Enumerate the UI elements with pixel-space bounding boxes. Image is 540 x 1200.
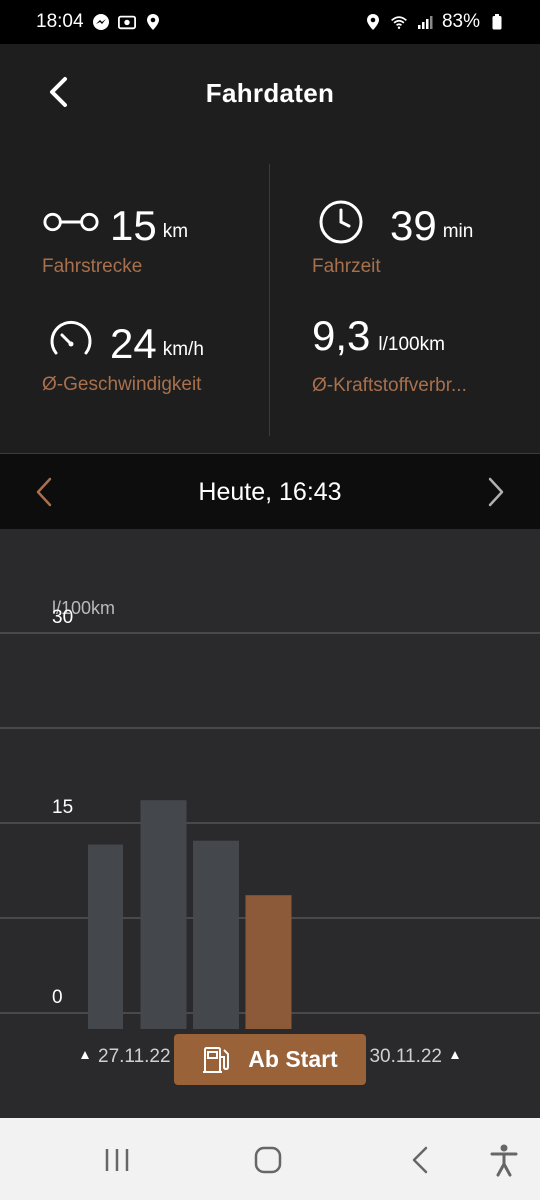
clock-icon (316, 196, 366, 248)
status-bar: 18:04 83% (0, 0, 540, 44)
consumption-label: Ø-Kraftstoffverbr... (312, 375, 467, 396)
speed-value: 24 (110, 320, 157, 367)
ab-start-button[interactable]: Ab Start (174, 1034, 366, 1085)
bar (140, 800, 187, 1029)
x-end-marker-icon (451, 1051, 459, 1059)
consumption-chart-svg: l/100km3015027.11.22 30.11.22 (0, 598, 540, 1067)
accessibility-button[interactable] (482, 1140, 526, 1180)
distance-label: Fahrstrecke (42, 256, 143, 277)
system-navigation-bar (0, 1118, 540, 1200)
y-tick-label: 15 (52, 797, 73, 818)
battery-icon (488, 13, 506, 31)
ab-start-label: Ab Start (248, 1046, 338, 1072)
top-bar: Fahrdaten (0, 44, 540, 144)
status-time: 18:04 (36, 11, 84, 32)
bar (193, 840, 239, 1029)
system-back-button[interactable] (398, 1140, 442, 1180)
consumption-unit: l/100km (378, 334, 445, 355)
accessibility-icon (490, 1144, 518, 1177)
photo-icon (117, 13, 136, 31)
back-arrow-icon (412, 1146, 428, 1174)
fuel-pump-icon (203, 1046, 230, 1073)
y-tick-label: 0 (52, 987, 63, 1008)
duration-unit: min (442, 221, 474, 242)
battery-percent: 83% (441, 11, 480, 32)
stat-consumption: 9,3 l/100km Ø-Kraftstoffverbr... (312, 314, 467, 397)
recents-button[interactable] (95, 1140, 139, 1180)
duration-value: 39 (390, 202, 437, 249)
location-icon (144, 13, 162, 31)
speedometer-icon (42, 314, 100, 366)
x-end-label: 30.11.22 (369, 1046, 442, 1067)
location-icon (364, 13, 382, 31)
stats-divider (269, 164, 270, 436)
home-button[interactable] (246, 1140, 290, 1180)
trip-date: Heute, 16:43 (198, 478, 342, 506)
distance-unit: km (162, 221, 189, 242)
consumption-chart: l/100km 30 15 0 27.11.22 30.11.22 (0, 529, 540, 1118)
trip-stats: 15 km Fahrstrecke 39 min Fahrzeit 24 km/ (0, 154, 540, 454)
distance-icon (42, 196, 100, 248)
wifi-icon (390, 13, 408, 31)
date-navigation: Heute, 16:43 (0, 454, 540, 529)
recents-icon (105, 1149, 129, 1171)
chevron-right-icon (488, 477, 504, 507)
next-trip-button[interactable] (476, 472, 516, 512)
distance-value: 15 (110, 202, 157, 249)
stat-duration: 39 min Fahrzeit (312, 196, 474, 278)
y-tick-label: 30 (52, 607, 73, 628)
consumption-value: 9,3 (312, 312, 371, 359)
x-start-label: 27.11.22 (98, 1046, 171, 1067)
x-start-marker-icon (81, 1051, 89, 1059)
bar-current (245, 895, 292, 1029)
page-title: Fahrdaten (205, 78, 335, 108)
home-icon (254, 1146, 282, 1174)
signal-icon (416, 13, 434, 31)
speed-unit: km/h (162, 339, 204, 360)
stat-distance: 15 km Fahrstrecke (42, 196, 188, 278)
app-screen: Fahrdaten 15 km Fahrstrecke 39 min Fahrz… (0, 44, 540, 1118)
duration-label: Fahrzeit (312, 256, 381, 277)
messenger-icon (92, 13, 110, 31)
stat-speed: 24 km/h Ø-Geschwindigkeit (42, 314, 204, 396)
bar (88, 844, 123, 1029)
speed-label: Ø-Geschwindigkeit (42, 374, 202, 395)
